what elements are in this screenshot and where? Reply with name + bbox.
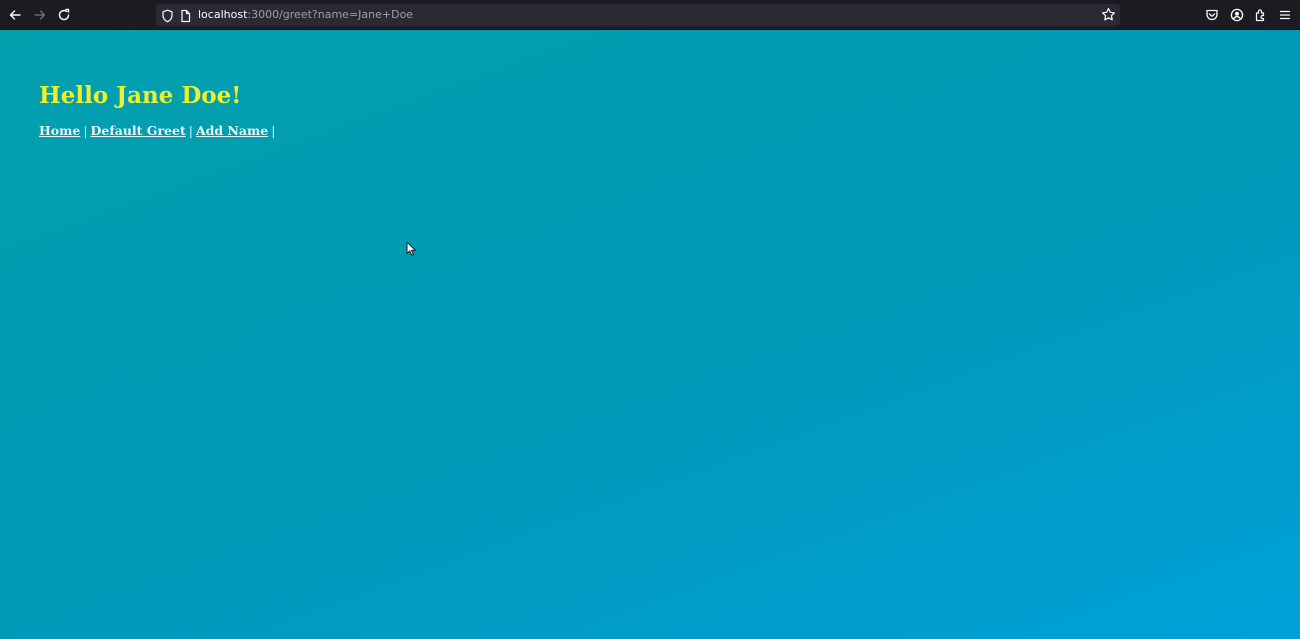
browser-toolbar: localhost:3000/greet?name=Jane+Doe [0, 0, 1300, 30]
page-viewport: Hello Jane Doe! Home | Default Greet | Add N… [0, 30, 1300, 639]
nav-separator: | [271, 123, 276, 138]
extensions-button[interactable] [1251, 5, 1271, 25]
pocket-button[interactable] [1202, 5, 1222, 25]
forward-button[interactable] [30, 5, 50, 25]
page-nav-links: Home | Default Greet | Add Name | [39, 123, 278, 139]
reload-icon [58, 8, 70, 21]
extensions-icon [1255, 9, 1265, 22]
back-arrow-icon [9, 10, 21, 20]
mouse-cursor-icon [406, 241, 416, 256]
nav-separator: | [83, 123, 88, 138]
page-icon[interactable] [180, 8, 191, 27]
account-button[interactable] [1227, 5, 1247, 25]
default-greet-link[interactable]: Default Greet [91, 123, 186, 138]
forward-arrow-icon [34, 10, 46, 20]
pocket-icon [1206, 9, 1218, 21]
account-icon [1230, 8, 1244, 22]
home-link[interactable]: Home [39, 123, 80, 138]
url-text[interactable]: localhost:3000/greet?name=Jane+Doe [198, 8, 413, 22]
url-path: :3000/greet?name=Jane+Doe [247, 8, 414, 21]
menu-button[interactable] [1275, 5, 1295, 25]
hamburger-menu-icon [1279, 10, 1291, 20]
page-title: Hello Jane Doe! [39, 82, 242, 109]
back-button[interactable] [5, 5, 25, 25]
bookmark-star-icon[interactable] [1101, 7, 1116, 26]
url-host: localhost [198, 8, 248, 21]
tracking-protection-shield-icon[interactable] [161, 8, 174, 27]
add-name-link[interactable]: Add Name [196, 123, 268, 138]
reload-button[interactable] [54, 5, 74, 25]
address-bar[interactable]: localhost:3000/greet?name=Jane+Doe [156, 4, 1120, 26]
nav-separator: | [188, 123, 193, 138]
